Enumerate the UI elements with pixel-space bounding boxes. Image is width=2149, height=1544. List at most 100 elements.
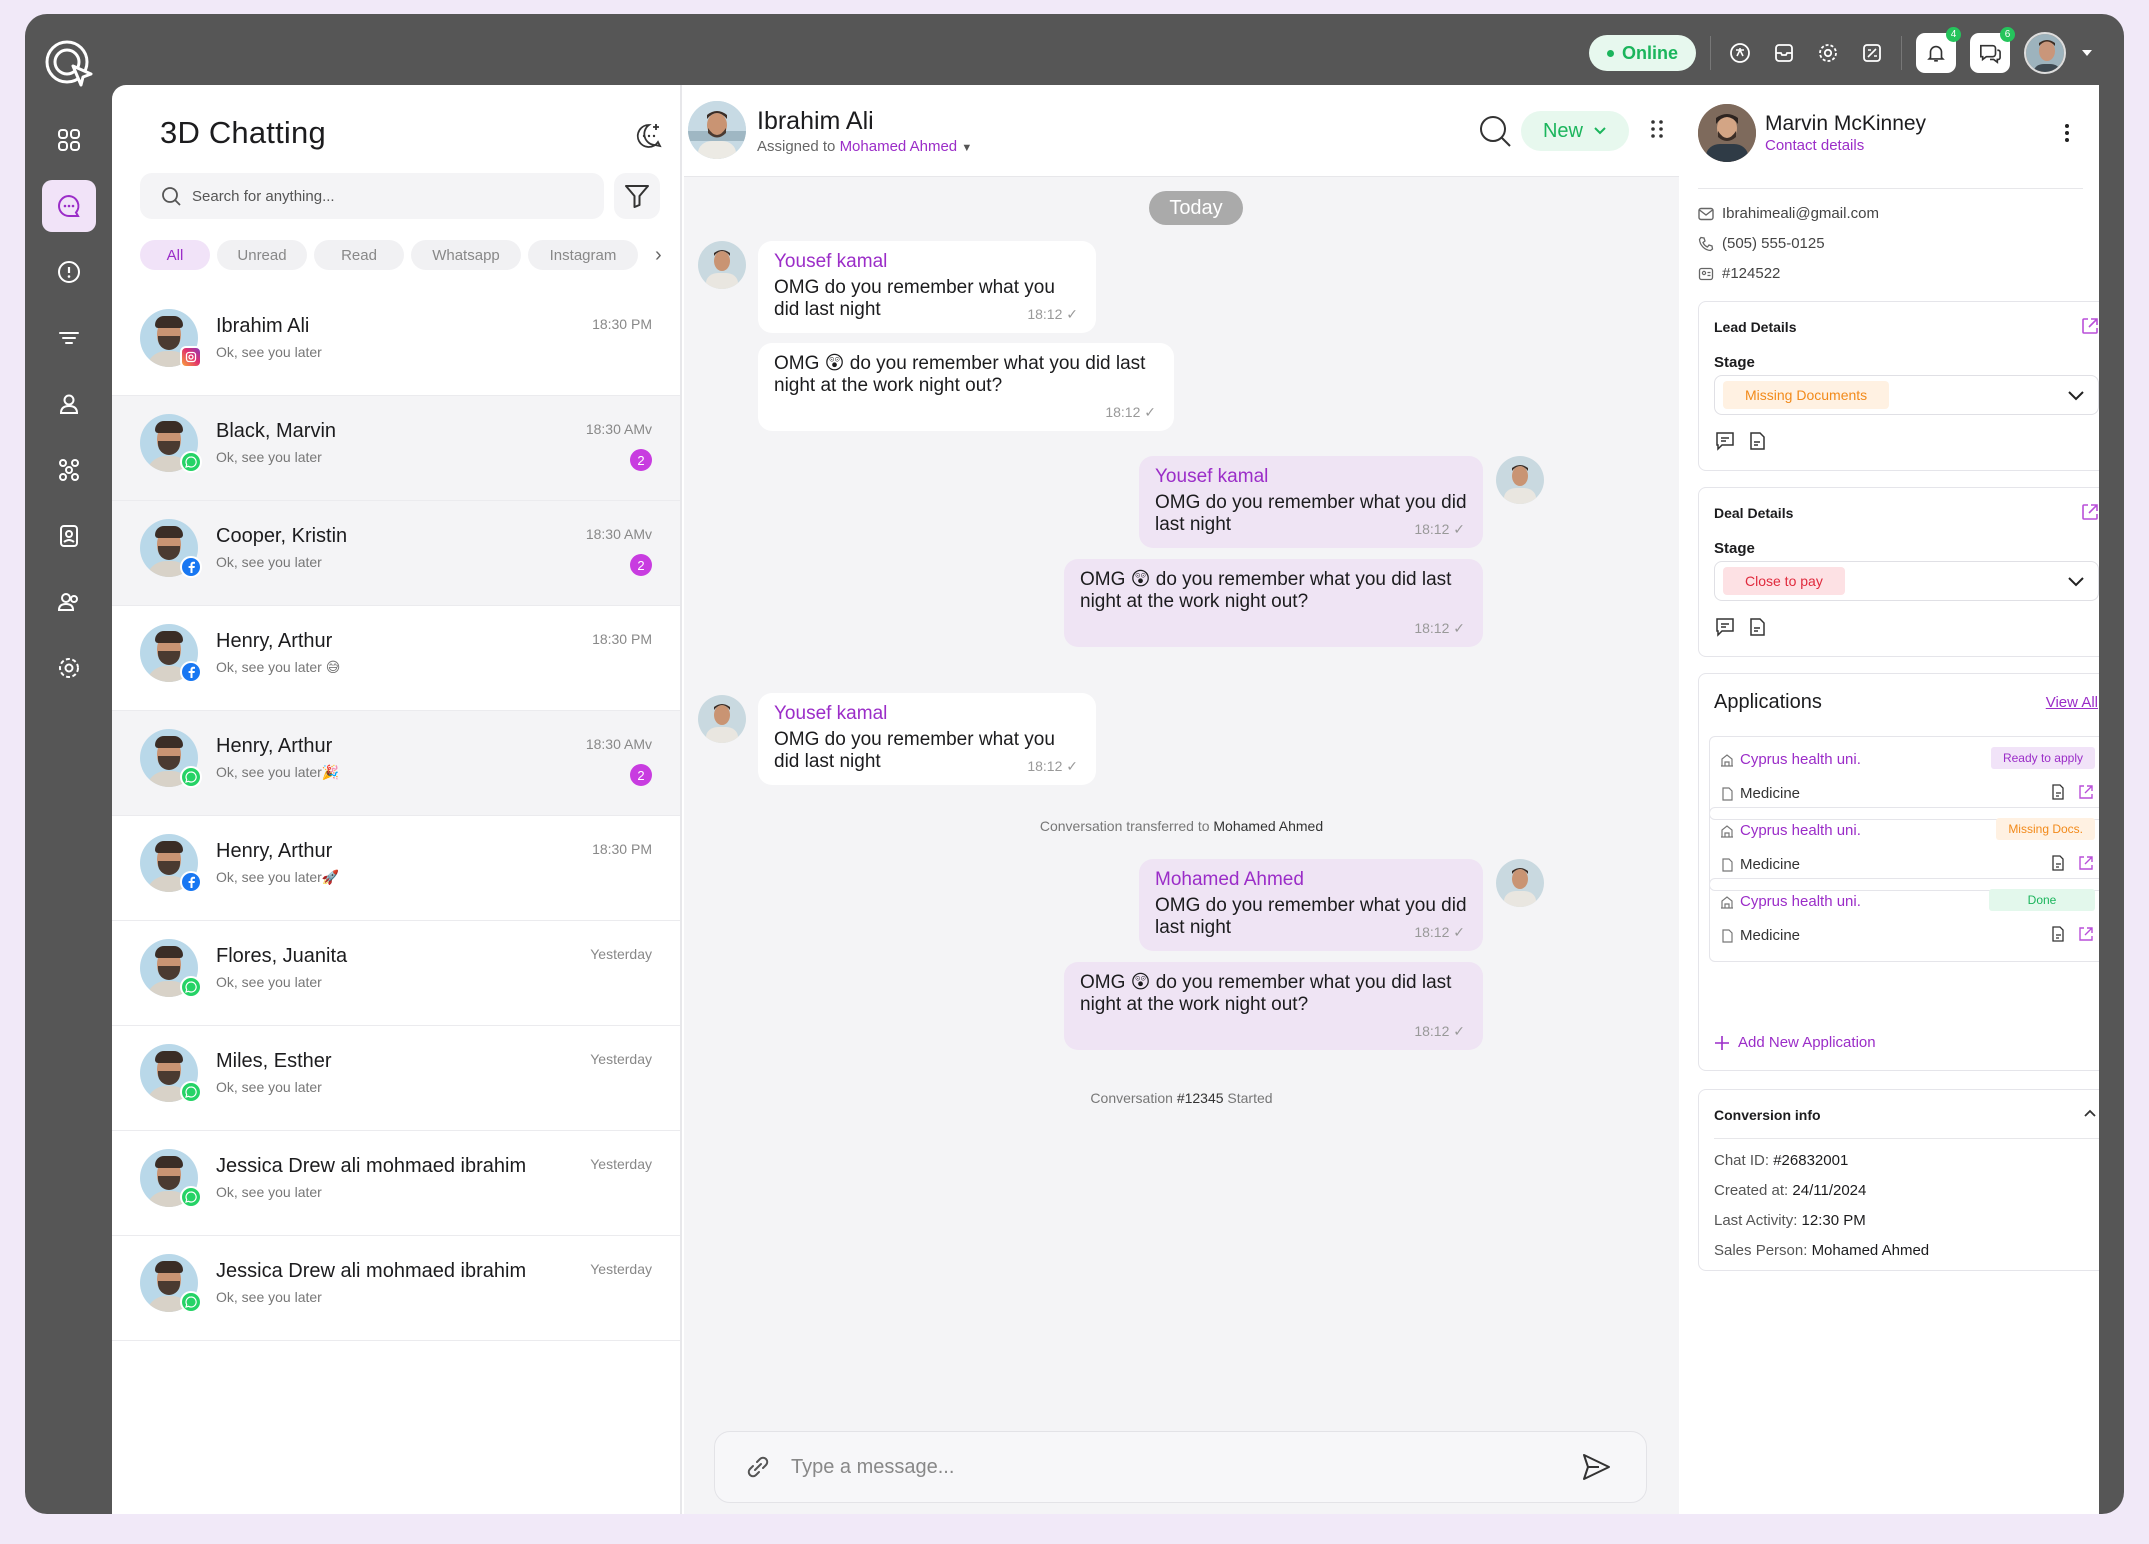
- assignee-dropdown[interactable]: Mohamed Ahmed: [840, 138, 958, 155]
- document-icon[interactable]: [2049, 854, 2067, 872]
- search-icon[interactable]: [1477, 113, 1513, 149]
- unread-count-badge: 2: [630, 554, 652, 576]
- conversation-preview: Ok, see you later: [216, 344, 322, 360]
- nav-team[interactable]: [42, 576, 96, 628]
- user-avatar[interactable]: [2024, 32, 2066, 74]
- app-logo-icon[interactable]: [41, 34, 97, 90]
- status-dropdown[interactable]: New: [1521, 111, 1629, 151]
- view-all-link[interactable]: View All: [2046, 694, 2098, 711]
- document-icon[interactable]: [2049, 783, 2067, 801]
- conversation-item[interactable]: Henry, Arthur Ok, see you later 😅 18:30 PM: [112, 606, 680, 711]
- application-actions: [2049, 854, 2095, 872]
- new-chat-icon[interactable]: [634, 121, 664, 151]
- send-icon[interactable]: [1579, 1450, 1613, 1484]
- conversation-item[interactable]: Cooper, Kristin Ok, see you later 18:30 AM…: [112, 501, 680, 606]
- caret-down-icon[interactable]: ▼: [961, 142, 972, 154]
- applications-title: Applications: [1714, 691, 1822, 713]
- translate-icon[interactable]: [1725, 38, 1755, 68]
- message-bubble-outgoing: Mohamed Ahmed OMG do you remember what y…: [1139, 859, 1483, 951]
- online-status-toggle[interactable]: Online: [1588, 35, 1696, 71]
- inbox-icon[interactable]: [1769, 38, 1799, 68]
- message-text: OMG 😲 do you remember what you did last …: [1080, 569, 1452, 612]
- chip-unread[interactable]: Unread: [217, 240, 307, 270]
- more-dots-icon[interactable]: [1645, 117, 1669, 141]
- chevron-right-icon[interactable]: ›: [655, 244, 662, 267]
- external-link-icon[interactable]: [2077, 854, 2095, 872]
- phone-value[interactable]: (505) 555-0125: [1722, 235, 1825, 252]
- conversation-item[interactable]: Flores, Juanita Ok, see you later Yesterda…: [112, 921, 680, 1026]
- nav-dashboard[interactable]: [42, 114, 96, 166]
- nav-filters[interactable]: [42, 312, 96, 364]
- chip-whatsapp[interactable]: Whatsapp: [411, 240, 521, 270]
- lead-stage-select[interactable]: Missing Documents: [1714, 375, 2099, 415]
- external-link-icon[interactable]: [2080, 316, 2099, 336]
- nav-workflows[interactable]: [42, 444, 96, 496]
- document-icon[interactable]: [1746, 430, 1768, 452]
- nav-settings[interactable]: [42, 642, 96, 694]
- file-icon: [1722, 928, 1733, 943]
- nav-chat[interactable]: [42, 180, 96, 232]
- contact-details-link[interactable]: Contact details: [1765, 137, 1864, 154]
- last-activity-row: Last Activity: 12:30 PM: [1714, 1212, 1866, 1229]
- nav-contacts[interactable]: [42, 378, 96, 430]
- unread-count-badge: 2: [630, 764, 652, 786]
- chevron-down-icon: [2068, 577, 2084, 587]
- contact-avatar[interactable]: [688, 101, 746, 159]
- deal-stage-select[interactable]: Close to pay: [1714, 561, 2099, 601]
- messages-count-badge: 6: [2000, 27, 2015, 42]
- add-application-button[interactable]: Add New Application: [1714, 1034, 1876, 1051]
- document-icon[interactable]: [2049, 925, 2067, 943]
- email-value[interactable]: Ibrahimeali@gmail.com: [1722, 205, 1879, 222]
- instagram-icon: [180, 346, 202, 368]
- conversation-item[interactable]: Jessica Drew ali mohmaed ibrahim Ok, see …: [112, 1131, 680, 1236]
- comment-icon[interactable]: [1714, 430, 1736, 452]
- notifications-button[interactable]: 4: [1916, 27, 1961, 73]
- chevron-down-icon: [1594, 127, 1606, 135]
- external-link-icon[interactable]: [2077, 783, 2095, 801]
- application-university[interactable]: Cyprus health uni.: [1720, 751, 1861, 768]
- conversation-item[interactable]: Jessica Drew ali mohmaed ibrahim Ok, see …: [112, 1236, 680, 1341]
- whatsapp-icon: [180, 1186, 202, 1208]
- conversation-item[interactable]: Ibrahim Ali Ok, see you later 18:30 PM: [112, 291, 680, 396]
- chip-instagram[interactable]: Instagram: [528, 240, 638, 270]
- conversation-preview: Ok, see you later: [216, 554, 322, 570]
- building-icon: [1721, 895, 1733, 909]
- chip-read[interactable]: Read: [314, 240, 404, 270]
- stage-label: Stage: [1714, 354, 1755, 371]
- more-vertical-icon[interactable]: [2057, 121, 2077, 145]
- comment-icon[interactable]: [1714, 616, 1736, 638]
- conversation-item[interactable]: Miles, Esther Ok, see you later Yesterday: [112, 1026, 680, 1131]
- status-label: New: [1542, 119, 1583, 142]
- filter-button[interactable]: [614, 173, 660, 219]
- external-link-icon[interactable]: [2077, 925, 2095, 943]
- message-time: 18:12 ✓: [1414, 924, 1465, 940]
- search-input[interactable]: [192, 187, 572, 205]
- nav-alerts[interactable]: [42, 246, 96, 298]
- chip-all[interactable]: All: [140, 240, 210, 270]
- top-actions: Online 4 6: [1588, 27, 2094, 74]
- chat-bubbles-icon: [1980, 44, 2001, 64]
- conversation-item[interactable]: Henry, Arthur Ok, see you later🚀 18:30 PM: [112, 816, 680, 921]
- sales-person-value: Mohamed Ahmed: [1811, 1242, 1930, 1259]
- document-icon[interactable]: [1746, 616, 1768, 638]
- external-link-icon[interactable]: [2080, 502, 2099, 522]
- chat-icon: [58, 194, 80, 217]
- attachment-link-icon[interactable]: [743, 1452, 773, 1482]
- conversation-item[interactable]: Black, Marvin Ok, see you later 18:30 AMv 2: [112, 396, 680, 501]
- gear-icon[interactable]: [1813, 38, 1843, 68]
- conversation-name: Henry, Arthur: [216, 735, 333, 757]
- conversation-time: 18:30 AMv: [585, 421, 652, 437]
- whatsapp-icon: [180, 1081, 202, 1103]
- sales-person-row: Sales Person: Mohamed Ahmed: [1714, 1242, 1929, 1259]
- conversation-item[interactable]: Henry, Arthur Ok, see you later🎉 18:30 AMv…: [112, 711, 680, 816]
- chevron-up-icon[interactable]: [2080, 1104, 2099, 1124]
- messages-button[interactable]: 6: [1970, 27, 2015, 73]
- application-program: Medicine: [1720, 927, 1800, 944]
- caret-down-icon[interactable]: [2080, 48, 2094, 58]
- application-university[interactable]: Cyprus health uni.: [1720, 822, 1861, 839]
- facebook-icon: [180, 871, 202, 893]
- message-input[interactable]: [791, 1455, 1561, 1479]
- nav-reports[interactable]: [42, 510, 96, 562]
- calculator-icon[interactable]: [1857, 38, 1887, 68]
- application-university[interactable]: Cyprus health uni.: [1720, 893, 1861, 910]
